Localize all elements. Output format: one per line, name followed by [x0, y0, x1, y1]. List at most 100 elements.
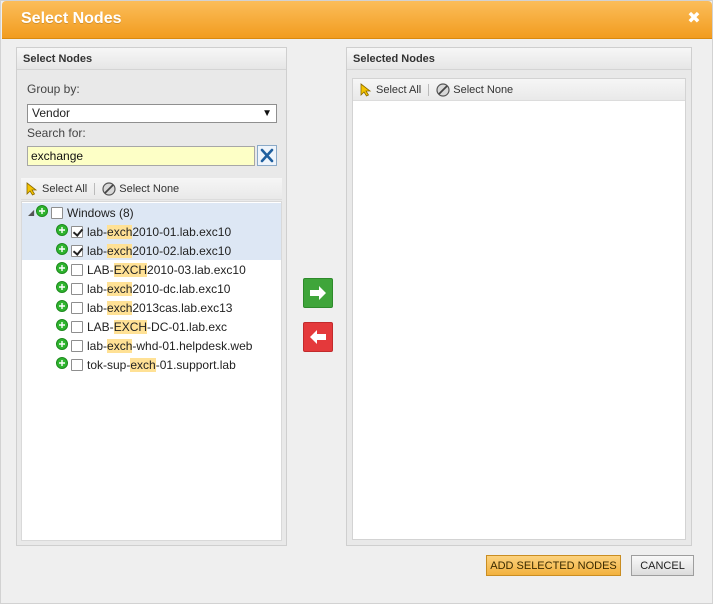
- search-input[interactable]: [27, 146, 255, 166]
- left-toolbar: Select All Select None: [21, 178, 282, 200]
- node-checkbox[interactable]: [71, 339, 83, 352]
- node-label-prefix: LAB-: [87, 319, 114, 334]
- nodes-tree: ◢ Windows (8) lab-exch2010-01.lab.exc10 l…: [21, 201, 282, 541]
- node-label: lab-exch-whd-01.helpdesk.web: [87, 338, 253, 353]
- group-label: Windows (8): [67, 205, 134, 220]
- node-checkbox[interactable]: [71, 282, 83, 295]
- search-match-highlight: exch: [107, 338, 133, 353]
- clear-search-button[interactable]: [257, 145, 277, 166]
- node-label-prefix: tok-sup-: [87, 357, 131, 372]
- node-label-suffix: 2010-02.lab.exc10: [132, 243, 232, 258]
- right-select-none-button[interactable]: Select None: [432, 82, 517, 97]
- tree-node-row[interactable]: lab-exch2010-02.lab.exc10: [22, 241, 281, 260]
- selected-nodes-panel-header: Selected Nodes: [347, 48, 691, 70]
- select-nodes-panel: Select Nodes Group by: Vendor ▼ Search f…: [16, 47, 287, 546]
- node-checkbox[interactable]: [71, 358, 83, 371]
- add-selected-nodes-button[interactable]: ADD SELECTED NODES: [486, 555, 621, 576]
- status-up-icon: [56, 224, 68, 239]
- status-up-icon: [56, 262, 68, 277]
- selected-nodes-panel: Selected Nodes Select All Select None: [346, 47, 692, 546]
- status-up-icon: [36, 205, 48, 220]
- right-toolbar: Select All Select None: [353, 79, 685, 101]
- search-match-highlight: exch: [130, 357, 156, 372]
- select-none-button[interactable]: Select None: [98, 181, 183, 196]
- node-label-prefix: lab-: [87, 243, 108, 258]
- node-label-suffix: 2010-03.lab.exc10: [147, 262, 246, 277]
- node-label-suffix: 2010-dc.lab.exc10: [132, 281, 231, 296]
- search-match-highlight: EXCH: [113, 319, 148, 334]
- node-checkbox[interactable]: [71, 320, 83, 333]
- dialog-title-bar: Select Nodes ✖: [2, 1, 712, 39]
- toolbar-divider: [94, 182, 96, 195]
- group-by-select[interactable]: Vendor ▼: [27, 104, 277, 123]
- node-label-suffix: -whd-01.helpdesk.web: [132, 338, 253, 353]
- node-label: tok-sup-exch-01.support.lab: [87, 357, 236, 372]
- tree-node-row[interactable]: lab-exch2010-dc.lab.exc10: [22, 279, 281, 298]
- no-entry-icon: [102, 181, 116, 196]
- node-label-suffix: -01.support.lab: [155, 357, 236, 372]
- toolbar-divider: [428, 83, 430, 96]
- status-up-icon: [56, 357, 68, 372]
- cursor-arrow-icon: [26, 181, 38, 196]
- right-select-none-label: Select None: [453, 83, 514, 96]
- node-label: lab-exch2010-01.lab.exc10: [87, 224, 232, 239]
- node-label: LAB-EXCH2010-03.lab.exc10: [87, 262, 246, 277]
- search-match-highlight: exch: [107, 243, 133, 258]
- select-none-label: Select None: [119, 182, 180, 195]
- node-label: lab-exch2010-02.lab.exc10: [87, 243, 232, 258]
- status-up-icon: [56, 281, 68, 296]
- select-all-label: Select All: [42, 182, 88, 195]
- status-up-icon: [56, 300, 68, 315]
- add-to-selected-button[interactable]: [303, 278, 333, 308]
- node-checkbox[interactable]: [71, 225, 83, 238]
- status-up-icon: [56, 338, 68, 353]
- remove-from-selected-button[interactable]: [303, 322, 333, 352]
- close-icon[interactable]: ✖: [686, 11, 702, 27]
- search-match-highlight: EXCH: [113, 262, 148, 277]
- dialog-title: Select Nodes: [21, 10, 122, 27]
- no-entry-icon: [436, 82, 450, 97]
- node-label-suffix: 2013cas.lab.exc13: [132, 300, 233, 315]
- right-select-all-label: Select All: [376, 83, 422, 96]
- cancel-button[interactable]: CANCEL: [631, 555, 694, 576]
- node-label-suffix: -DC-01.lab.exc: [147, 319, 228, 334]
- cursor-arrow-icon: [360, 82, 372, 97]
- arrow-left-icon: [310, 330, 326, 344]
- search-match-highlight: exch: [107, 300, 133, 315]
- node-label-prefix: lab-: [87, 338, 108, 353]
- node-label-suffix: 2010-01.lab.exc10: [132, 224, 232, 239]
- collapse-triangle-icon[interactable]: ◢: [28, 208, 36, 217]
- status-up-icon: [56, 243, 68, 258]
- tree-node-row[interactable]: lab-exch2010-01.lab.exc10: [22, 222, 281, 241]
- node-label-prefix: lab-: [87, 224, 108, 239]
- dropdown-arrow-icon: ▼: [262, 108, 272, 119]
- node-label-prefix: lab-: [87, 300, 108, 315]
- node-label: LAB-EXCH-DC-01.lab.exc: [87, 319, 228, 334]
- node-checkbox[interactable]: [71, 263, 83, 276]
- node-checkbox[interactable]: [71, 301, 83, 314]
- group-checkbox[interactable]: [51, 206, 63, 219]
- select-all-button[interactable]: Select All: [21, 181, 91, 196]
- tree-node-row[interactable]: lab-exch-whd-01.helpdesk.web: [22, 336, 281, 355]
- group-by-label: Group by:: [27, 82, 80, 96]
- select-nodes-panel-header: Select Nodes: [17, 48, 286, 70]
- search-label: Search for:: [27, 126, 86, 140]
- tree-group-windows[interactable]: ◢ Windows (8): [22, 203, 281, 222]
- group-by-value: Vendor: [32, 106, 71, 120]
- node-checkbox[interactable]: [71, 244, 83, 257]
- node-label: lab-exch2013cas.lab.exc13: [87, 300, 233, 315]
- tree-node-row[interactable]: LAB-EXCH-DC-01.lab.exc: [22, 317, 281, 336]
- selected-nodes-list: Select All Select None: [352, 78, 686, 540]
- select-nodes-dialog: Select Nodes ✖ Select Nodes Group by: Ve…: [0, 0, 713, 604]
- arrow-right-icon: [310, 286, 326, 300]
- search-match-highlight: exch: [107, 281, 133, 296]
- node-label: lab-exch2010-dc.lab.exc10: [87, 281, 231, 296]
- tree-node-row[interactable]: tok-sup-exch-01.support.lab: [22, 355, 281, 374]
- status-up-icon: [56, 319, 68, 334]
- tree-node-row[interactable]: LAB-EXCH2010-03.lab.exc10: [22, 260, 281, 279]
- search-match-highlight: exch: [107, 224, 133, 239]
- node-label-prefix: LAB-: [87, 262, 114, 277]
- node-label-prefix: lab-: [87, 281, 108, 296]
- tree-node-row[interactable]: lab-exch2013cas.lab.exc13: [22, 298, 281, 317]
- right-select-all-button[interactable]: Select All: [355, 82, 425, 97]
